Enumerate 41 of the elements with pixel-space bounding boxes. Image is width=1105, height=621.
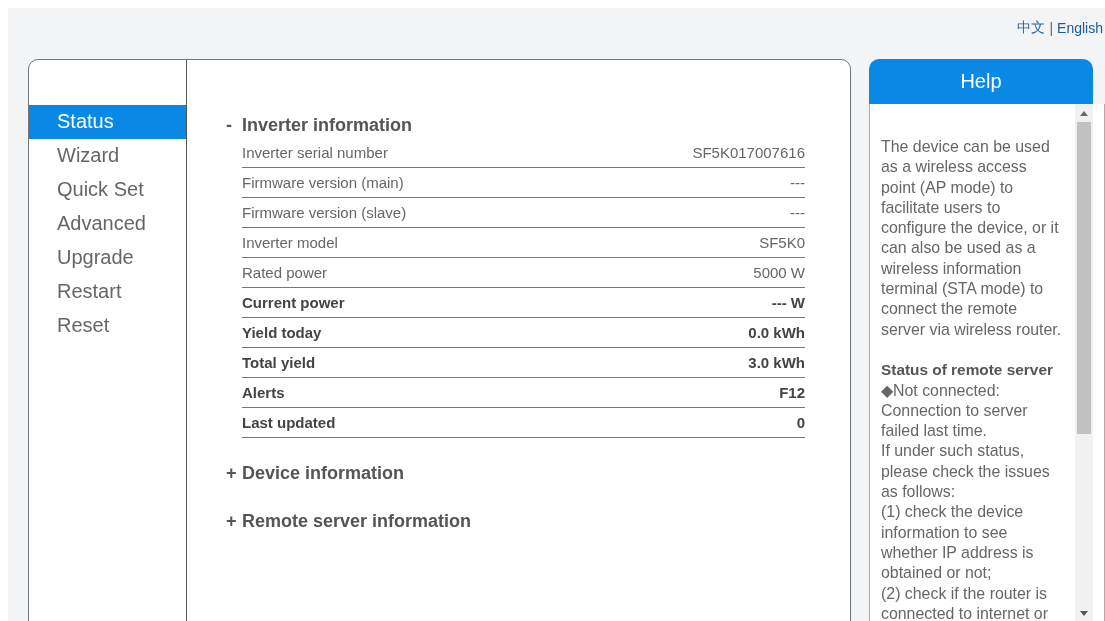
row-label: Firmware version (main): [242, 167, 576, 198]
row-value: SF5K017007616: [575, 138, 805, 168]
row-value: 0: [575, 407, 805, 438]
row-value: 3.0 kWh: [575, 347, 805, 378]
row-label: Rated power: [242, 257, 576, 288]
nav-item[interactable]: Quick Set: [29, 173, 186, 207]
help-heading: Status of remote server: [881, 360, 1054, 381]
row-value: SF5K0: [575, 227, 805, 258]
nav-item[interactable]: Restart: [29, 275, 186, 309]
help-text: ◆Not connected: Connection to server failed last time.: [881, 380, 1029, 442]
language-link[interactable]: English: [1057, 20, 1103, 36]
row-label: Total yield: [242, 347, 576, 378]
row-value: 5000 W: [575, 257, 805, 288]
row-label: Alerts: [242, 377, 576, 408]
language-link[interactable]: 中文: [1017, 19, 1046, 37]
row-value: ---: [575, 197, 805, 228]
row-value: 0.0 kWh: [575, 317, 805, 348]
row-value: F12: [575, 377, 805, 408]
row-label: Last updated: [242, 407, 576, 438]
help-text: (1) check the device information to see whether IP address is obtained or not;: [881, 502, 1035, 584]
help-text: (2) check if the router is connected to internet or: [881, 583, 1049, 621]
nav-item[interactable]: Status: [29, 105, 186, 139]
section-header[interactable]: - Inverter information: [226, 112, 850, 138]
row-value: --- W: [575, 287, 805, 318]
help-paragraph: The device can be used as a wireless access point (AP mode) to facilitate users to configure the device, or it can also be used as a wireless information terminal (STA mode) to connect the remote server via wireless router.: [881, 137, 1063, 340]
nav-item[interactable]: Wizard: [29, 139, 186, 173]
nav-item[interactable]: Advanced: [29, 207, 186, 241]
row-label: Inverter model: [242, 227, 576, 258]
nav-item[interactable]: Reset: [29, 309, 186, 343]
row-label: Current power: [242, 287, 576, 318]
help-title: Help: [869, 59, 1093, 104]
row-value: ---: [575, 167, 805, 198]
help-text: If under such status, please check the issues as follows:: [881, 441, 1051, 503]
row-label: Yield today: [242, 317, 576, 348]
section-header[interactable]: + Device information: [226, 460, 850, 486]
row-label: Firmware version (slave): [242, 197, 576, 228]
section-header[interactable]: + Remote server information: [226, 508, 850, 534]
separator: |: [1049, 20, 1054, 36]
nav-item[interactable]: Upgrade: [29, 241, 186, 275]
row-label: Inverter serial number: [242, 138, 576, 168]
scrollbar[interactable]: [1075, 104, 1093, 621]
